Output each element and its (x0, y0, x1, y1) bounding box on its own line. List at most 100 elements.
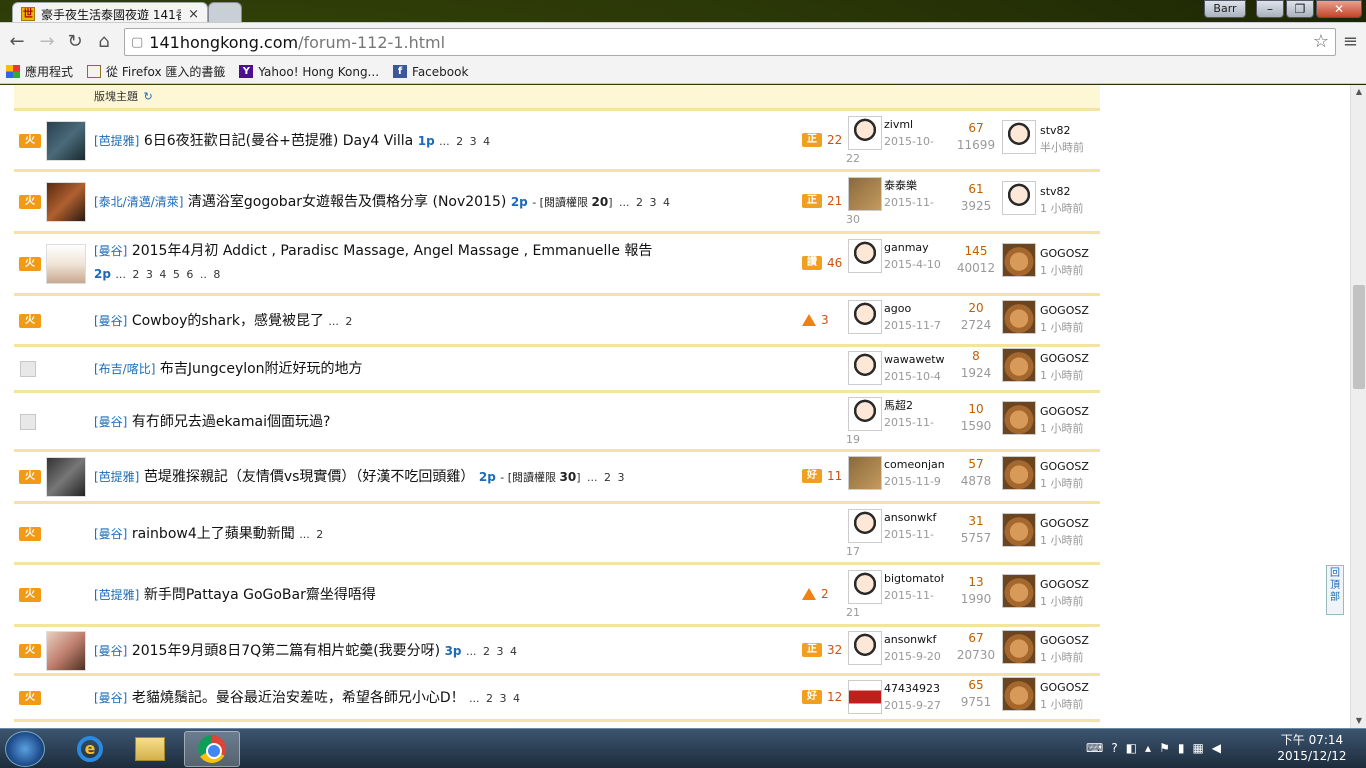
thread-thumbnail[interactable] (46, 121, 86, 161)
bookmark-facebook[interactable]: f Facebook (393, 65, 468, 79)
thread-title-link[interactable]: 2015年9月頭8日7Q第二篇有相片蛇羹(我要分呀) (132, 643, 440, 659)
thread-pages[interactable]: ... 2 3 4 (469, 692, 520, 705)
thread-category[interactable]: [泰北/清邁/清萊] (94, 195, 183, 209)
thread-title-link[interactable]: 清邁浴室gogobar女遊報告及價格分享 (Nov2015) (188, 194, 506, 210)
network-icon[interactable]: ▦ (1192, 741, 1203, 755)
thread-category[interactable]: [曼谷] (94, 644, 127, 658)
thread-pages[interactable]: ... 2 3 4 5 6 .. 8 (115, 268, 220, 281)
thread-title[interactable]: [曼谷] 2015年9月頭8日7Q第二篇有相片蛇羹(我要分呀) 3p ... 2… (94, 640, 799, 663)
last-post-time[interactable]: 1 小時前 (1040, 649, 1100, 666)
last-post-time[interactable]: 1 小時前 (1040, 696, 1100, 713)
thread-title[interactable]: [芭提雅] 芭堤雅探親記（友情價vs現實價）（好漢不吃回頭雞） 2p - [閱讀… (94, 466, 799, 489)
last-poster-avatar[interactable] (1002, 181, 1036, 215)
thread-category[interactable]: [曼谷] (94, 244, 127, 258)
last-poster[interactable]: stv82 (1040, 183, 1100, 200)
thread-thumbnail[interactable] (46, 244, 86, 284)
bookmark-star-icon[interactable]: ☆ (1313, 31, 1329, 52)
thread-thumbnail[interactable] (46, 631, 86, 671)
bookmark-yahoo[interactable]: Y Yahoo! Hong Kong... (239, 65, 379, 79)
thread-title-link[interactable]: 6日6夜狂歡日記(曼谷+芭提雅) Day4 Villa (144, 133, 413, 149)
thread-author[interactable]: 馬超2 (884, 397, 944, 414)
action-center-flag-icon[interactable]: ⚑ (1159, 741, 1170, 755)
scroll-down-icon[interactable]: ▼ (1351, 714, 1366, 728)
last-poster[interactable]: GOGOSZ (1040, 458, 1100, 475)
thread-pages[interactable]: ... 2 (299, 528, 323, 541)
last-poster[interactable]: GOGOSZ (1040, 515, 1100, 532)
last-poster-avatar[interactable] (1002, 243, 1036, 277)
thread-title-link[interactable]: 新手問Pattaya GoGoBar齋坐得唔得 (144, 587, 376, 603)
thread-author[interactable]: comeonjam (884, 456, 944, 473)
last-poster[interactable]: GOGOSZ (1040, 245, 1100, 262)
bookmark-apps[interactable]: 應用程式 (6, 63, 73, 80)
minimize-icon[interactable]: – (1256, 0, 1284, 18)
tab-close-icon[interactable]: × (188, 7, 199, 22)
thread-author[interactable]: 47434923 (884, 680, 944, 697)
address-bar[interactable]: ▢ 141hongkong.com/forum-112-1.html ☆ (124, 28, 1336, 56)
thread-pages[interactable]: ... 2 3 4 (466, 645, 517, 658)
last-poster-avatar[interactable] (1002, 677, 1036, 711)
thread-title[interactable]: [曼谷] 2015年4月初 Addict , Paradisc Massage,… (94, 240, 799, 286)
thread-author[interactable]: wawawetw (884, 351, 944, 368)
chrome-menu-icon[interactable]: ≡ (1343, 31, 1358, 52)
thread-title-link[interactable]: Cowboy的shark，感覺被昆了 (132, 313, 324, 329)
thread-category[interactable]: [曼谷] (94, 314, 127, 328)
last-post-time[interactable]: 1 小時前 (1040, 262, 1100, 279)
forward-arrow-icon[interactable]: → (36, 31, 58, 52)
home-icon[interactable]: ⌂ (93, 31, 115, 52)
thread-category[interactable]: [布吉/喀比] (94, 362, 155, 376)
last-post-time[interactable]: 1 小時前 (1040, 532, 1100, 549)
bookmark-firefox-folder[interactable]: 從 Firefox 匯入的書籤 (87, 63, 225, 80)
thread-title[interactable]: [布吉/喀比] 布吉Jungceylon附近好玩的地方 (94, 358, 799, 381)
thread-title-link[interactable]: 布吉Jungceylon附近好玩的地方 (160, 361, 363, 377)
thread-title-link[interactable]: 老貓燒鬚記。曼谷最近治安差咗，希望各師兄小心D！ (132, 690, 465, 706)
browser-tab-active[interactable]: 世 豪手夜生活泰國夜遊 141香 × (12, 2, 208, 22)
thread-pages[interactable]: ... 2 3 4 (439, 135, 490, 148)
thread-author[interactable]: ansonwkf (884, 509, 944, 526)
last-post-time[interactable]: 1 小時前 (1040, 200, 1100, 217)
thread-category[interactable]: [曼谷] (94, 691, 127, 705)
last-post-time[interactable]: 1 小時前 (1040, 367, 1100, 384)
thread-category[interactable]: [芭提雅] (94, 470, 139, 484)
thread-author[interactable]: ganmay (884, 239, 944, 256)
thread-author[interactable]: 泰泰樂 (884, 177, 944, 194)
close-window-icon[interactable]: ✕ (1316, 0, 1362, 18)
volume-icon[interactable]: ◀ (1212, 741, 1221, 755)
thread-pages[interactable]: ] ... 2 3 4 (608, 196, 670, 209)
system-clock[interactable]: 下午 07:14 2015/12/12 (1270, 732, 1354, 764)
taskbar-chrome[interactable] (184, 731, 240, 767)
last-poster[interactable]: GOGOSZ (1040, 350, 1100, 367)
thread-pages[interactable]: ... 2 (328, 315, 352, 328)
thread-category[interactable]: [曼谷] (94, 527, 127, 541)
last-poster[interactable]: GOGOSZ (1040, 632, 1100, 649)
last-post-time[interactable]: 1 小時前 (1040, 420, 1100, 437)
thread-title[interactable]: [芭提雅] 6日6夜狂歡日記(曼谷+芭提雅) Day4 Villa 1p ...… (94, 130, 799, 153)
thread-title[interactable]: [曼谷] 老貓燒鬚記。曼谷最近治安差咗，希望各師兄小心D！ ... 2 3 4 (94, 687, 799, 710)
last-poster-avatar[interactable] (1002, 401, 1036, 435)
scroll-up-icon[interactable]: ▲ (1351, 85, 1366, 99)
thread-author[interactable]: bigtomatoh (884, 570, 944, 587)
thread-author[interactable]: zivml (884, 116, 944, 133)
last-poster[interactable]: stv82 (1040, 122, 1100, 139)
last-poster[interactable]: GOGOSZ (1040, 302, 1100, 319)
thread-category[interactable]: [芭提雅] (94, 588, 139, 602)
start-button[interactable] (5, 731, 45, 767)
thread-title-link[interactable]: 有冇師兄去過ekamai個面玩過? (132, 414, 331, 430)
thread-category[interactable]: [芭提雅] (94, 134, 139, 148)
thread-author[interactable]: ansonwkf (884, 631, 944, 648)
thread-title-link[interactable]: 芭堤雅探親記（友情價vs現實價）（好漢不吃回頭雞） (144, 469, 475, 485)
last-poster-avatar[interactable] (1002, 574, 1036, 608)
last-poster-avatar[interactable] (1002, 456, 1036, 490)
last-poster[interactable]: GOGOSZ (1040, 403, 1100, 420)
thread-category[interactable]: [曼谷] (94, 415, 127, 429)
thread-thumbnail[interactable] (46, 457, 86, 497)
thread-title[interactable]: [芭提雅] 新手問Pattaya GoGoBar齋坐得唔得 (94, 584, 799, 607)
last-poster-avatar[interactable] (1002, 300, 1036, 334)
thread-title-link[interactable]: 2015年4月初 Addict , Paradisc Massage, Ange… (132, 243, 653, 259)
last-post-time[interactable]: 半小時前 (1040, 139, 1100, 156)
reload-icon[interactable]: ↻ (64, 31, 86, 52)
back-arrow-icon[interactable]: ← (6, 31, 28, 52)
show-hidden-icon[interactable]: ▴ (1145, 741, 1151, 755)
refresh-icon[interactable]: ↻ (144, 90, 153, 103)
last-poster-avatar[interactable] (1002, 630, 1036, 664)
maximize-icon[interactable]: ❐ (1286, 0, 1314, 18)
